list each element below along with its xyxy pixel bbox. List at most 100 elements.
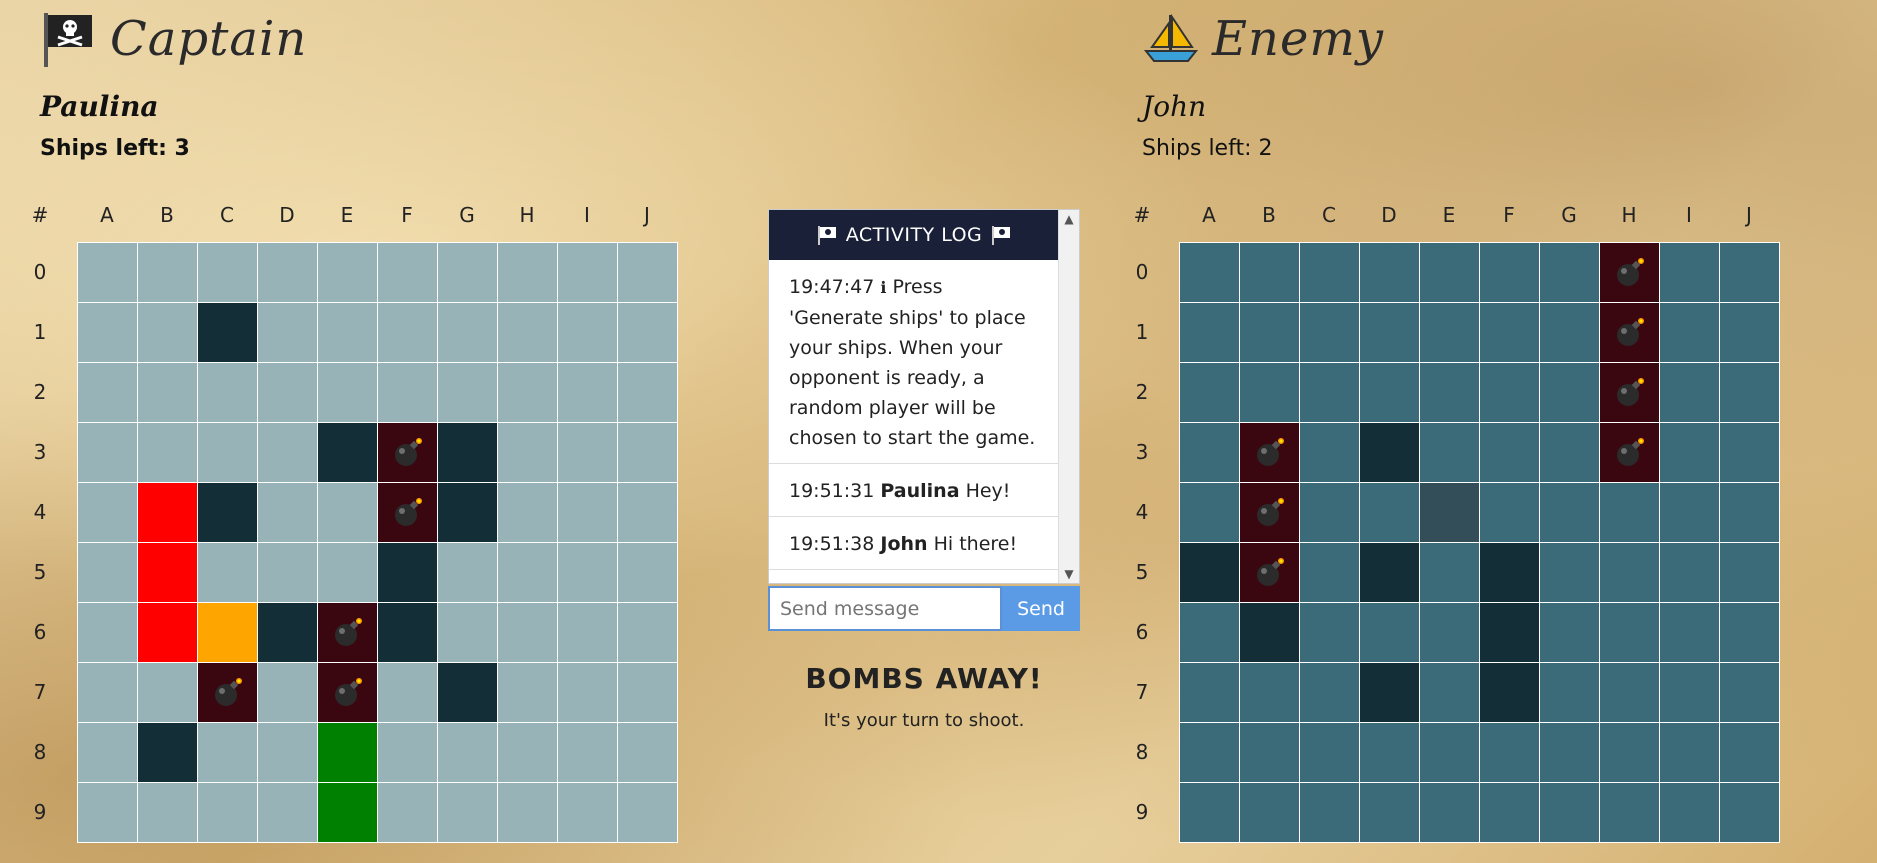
enemy-cell-I4[interactable]: [1660, 483, 1720, 543]
enemy-cell-B4[interactable]: [1240, 483, 1300, 543]
enemy-cell-F5[interactable]: [1480, 543, 1540, 603]
enemy-cell-C8[interactable]: [1300, 723, 1360, 783]
enemy-cell-G3[interactable]: [1540, 423, 1600, 483]
enemy-cell-E9[interactable]: [1420, 783, 1480, 843]
enemy-cell-F6[interactable]: [1480, 603, 1540, 663]
enemy-cell-F9[interactable]: [1480, 783, 1540, 843]
enemy-cell-G9[interactable]: [1540, 783, 1600, 843]
enemy-cell-E1[interactable]: [1420, 303, 1480, 363]
enemy-cell-D6[interactable]: [1360, 603, 1420, 663]
enemy-cell-C0[interactable]: [1300, 243, 1360, 303]
enemy-cell-D7[interactable]: [1360, 663, 1420, 723]
enemy-cell-J3[interactable]: [1720, 423, 1780, 483]
enemy-cell-C1[interactable]: [1300, 303, 1360, 363]
enemy-cell-J0[interactable]: [1720, 243, 1780, 303]
enemy-cell-J8[interactable]: [1720, 723, 1780, 783]
enemy-cell-D0[interactable]: [1360, 243, 1420, 303]
enemy-cell-B9[interactable]: [1240, 783, 1300, 843]
enemy-cell-A1[interactable]: [1180, 303, 1240, 363]
enemy-cell-A8[interactable]: [1180, 723, 1240, 783]
enemy-cell-H3[interactable]: [1600, 423, 1660, 483]
enemy-cell-G6[interactable]: [1540, 603, 1600, 663]
scroll-thumb[interactable]: [1063, 230, 1075, 550]
enemy-cell-I6[interactable]: [1660, 603, 1720, 663]
enemy-cell-E4[interactable]: [1420, 483, 1480, 543]
enemy-cell-H8[interactable]: [1600, 723, 1660, 783]
enemy-cell-H9[interactable]: [1600, 783, 1660, 843]
enemy-cell-H0[interactable]: [1600, 243, 1660, 303]
enemy-cell-A3[interactable]: [1180, 423, 1240, 483]
enemy-cell-B1[interactable]: [1240, 303, 1300, 363]
message-input[interactable]: [768, 586, 1002, 631]
enemy-cell-A0[interactable]: [1180, 243, 1240, 303]
enemy-cell-I1[interactable]: [1660, 303, 1720, 363]
enemy-cell-B7[interactable]: [1240, 663, 1300, 723]
enemy-cell-A9[interactable]: [1180, 783, 1240, 843]
enemy-cell-J9[interactable]: [1720, 783, 1780, 843]
enemy-cell-F7[interactable]: [1480, 663, 1540, 723]
enemy-cell-D3[interactable]: [1360, 423, 1420, 483]
enemy-cell-B6[interactable]: [1240, 603, 1300, 663]
enemy-cell-A4[interactable]: [1180, 483, 1240, 543]
enemy-cell-G1[interactable]: [1540, 303, 1600, 363]
enemy-cell-J2[interactable]: [1720, 363, 1780, 423]
enemy-cell-F1[interactable]: [1480, 303, 1540, 363]
enemy-cell-A6[interactable]: [1180, 603, 1240, 663]
enemy-cell-B5[interactable]: [1240, 543, 1300, 603]
enemy-cell-E7[interactable]: [1420, 663, 1480, 723]
enemy-cell-I9[interactable]: [1660, 783, 1720, 843]
enemy-cell-G0[interactable]: [1540, 243, 1600, 303]
enemy-cell-I3[interactable]: [1660, 423, 1720, 483]
enemy-cell-A7[interactable]: [1180, 663, 1240, 723]
enemy-cell-C2[interactable]: [1300, 363, 1360, 423]
enemy-cell-I8[interactable]: [1660, 723, 1720, 783]
enemy-cell-I2[interactable]: [1660, 363, 1720, 423]
enemy-cell-F2[interactable]: [1480, 363, 1540, 423]
enemy-cell-F0[interactable]: [1480, 243, 1540, 303]
scroll-down-arrow-icon[interactable]: ▼: [1059, 565, 1079, 583]
enemy-cell-H6[interactable]: [1600, 603, 1660, 663]
enemy-cell-E2[interactable]: [1420, 363, 1480, 423]
enemy-cell-B0[interactable]: [1240, 243, 1300, 303]
send-button[interactable]: Send: [1002, 586, 1080, 631]
enemy-cell-D5[interactable]: [1360, 543, 1420, 603]
enemy-cell-F3[interactable]: [1480, 423, 1540, 483]
enemy-cell-E0[interactable]: [1420, 243, 1480, 303]
enemy-cell-I0[interactable]: [1660, 243, 1720, 303]
enemy-cell-C5[interactable]: [1300, 543, 1360, 603]
enemy-cell-D9[interactable]: [1360, 783, 1420, 843]
enemy-cell-G5[interactable]: [1540, 543, 1600, 603]
scroll-up-arrow-icon[interactable]: ▲: [1059, 210, 1079, 228]
enemy-cell-D2[interactable]: [1360, 363, 1420, 423]
enemy-cell-G2[interactable]: [1540, 363, 1600, 423]
enemy-cell-H5[interactable]: [1600, 543, 1660, 603]
enemy-cell-J5[interactable]: [1720, 543, 1780, 603]
enemy-cell-A5[interactable]: [1180, 543, 1240, 603]
enemy-cell-G7[interactable]: [1540, 663, 1600, 723]
enemy-cell-G8[interactable]: [1540, 723, 1600, 783]
enemy-cell-C9[interactable]: [1300, 783, 1360, 843]
enemy-cell-B3[interactable]: [1240, 423, 1300, 483]
enemy-cell-E8[interactable]: [1420, 723, 1480, 783]
enemy-cell-J4[interactable]: [1720, 483, 1780, 543]
enemy-cell-E6[interactable]: [1420, 603, 1480, 663]
enemy-cell-I7[interactable]: [1660, 663, 1720, 723]
enemy-cell-J7[interactable]: [1720, 663, 1780, 723]
enemy-cell-D1[interactable]: [1360, 303, 1420, 363]
enemy-cell-I5[interactable]: [1660, 543, 1720, 603]
enemy-cell-H1[interactable]: [1600, 303, 1660, 363]
enemy-cell-E5[interactable]: [1420, 543, 1480, 603]
enemy-cell-F8[interactable]: [1480, 723, 1540, 783]
enemy-cell-J1[interactable]: [1720, 303, 1780, 363]
enemy-cell-D8[interactable]: [1360, 723, 1420, 783]
enemy-cell-E3[interactable]: [1420, 423, 1480, 483]
enemy-cell-G4[interactable]: [1540, 483, 1600, 543]
enemy-cell-J6[interactable]: [1720, 603, 1780, 663]
enemy-cell-F4[interactable]: [1480, 483, 1540, 543]
enemy-cell-B2[interactable]: [1240, 363, 1300, 423]
enemy-cell-H7[interactable]: [1600, 663, 1660, 723]
enemy-cell-A2[interactable]: [1180, 363, 1240, 423]
enemy-cell-C3[interactable]: [1300, 423, 1360, 483]
enemy-cell-H4[interactable]: [1600, 483, 1660, 543]
enemy-cell-C6[interactable]: [1300, 603, 1360, 663]
